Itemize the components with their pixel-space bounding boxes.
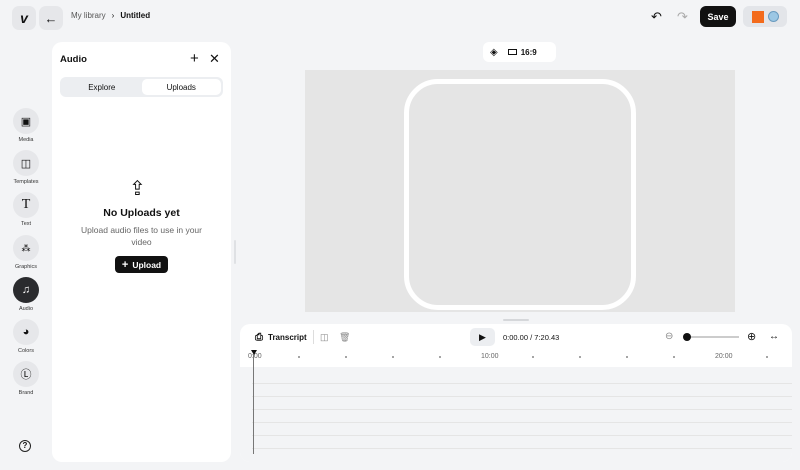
- empty-text: Upload audio files to use in your video: [81, 225, 202, 247]
- sidebar-item-brand[interactable]: Ⓛ Brand: [12, 361, 40, 396]
- panel-tabs: Explore Uploads: [60, 77, 223, 97]
- track-area[interactable]: [240, 367, 792, 462]
- time-display: 0:00.00 / 7:20.43: [503, 333, 560, 342]
- track-divider: [252, 396, 792, 397]
- text-icon: T: [13, 192, 39, 218]
- audio-panel: Audio + ✕ Explore Uploads ⇪ No Uploads y…: [52, 42, 231, 462]
- tab-uploads[interactable]: Uploads: [141, 79, 221, 95]
- fit-icon[interactable]: ↔: [769, 331, 779, 342]
- time-tick: [345, 356, 347, 358]
- music-icon: ♫: [13, 277, 39, 303]
- arrow-left-icon: ←: [44, 10, 58, 26]
- track-divider: [252, 422, 792, 423]
- sidebar-label: Colors: [18, 348, 34, 354]
- shapes-icon: ⁂: [13, 235, 39, 261]
- transcript-button[interactable]: ⎙ Transcript: [255, 332, 307, 343]
- time-label: 10:00: [481, 353, 499, 360]
- sidebar-item-media[interactable]: ▣ Media: [12, 108, 40, 143]
- zoom-slider[interactable]: [683, 333, 739, 341]
- redo-icon[interactable]: ↷: [677, 9, 688, 25]
- breadcrumb: My library › Untitled: [71, 11, 150, 20]
- avatar: [767, 11, 779, 22]
- track-divider: [252, 409, 792, 410]
- video-canvas[interactable]: [305, 70, 735, 312]
- time-tick: [392, 356, 394, 358]
- save-button[interactable]: Save: [700, 6, 736, 27]
- breadcrumb-my-library[interactable]: My library: [71, 11, 106, 20]
- timeline: ⎙ Transcript ◫ 🗑 ▶ 0:00.00 / 7:20.43 ⊖ ⊕ …: [240, 324, 792, 462]
- help-icon[interactable]: ?: [19, 440, 31, 452]
- sidebar-item-colors[interactable]: ◕ Colors: [12, 319, 40, 354]
- time-tick: [579, 356, 581, 358]
- aspect-label: 16:9: [520, 47, 537, 57]
- trash-icon[interactable]: 🗑: [339, 332, 350, 343]
- breadcrumb-current: Untitled: [120, 11, 151, 20]
- back-button[interactable]: ←: [39, 6, 63, 30]
- sidebar-item-audio[interactable]: ♫ Audio: [12, 277, 40, 312]
- sidebar-label: Media: [18, 137, 34, 143]
- canvas-toolbar: ◈ 16:9: [483, 42, 556, 62]
- panel-title: Audio: [60, 54, 87, 65]
- time-tick: [532, 356, 534, 358]
- workspace-logo: [751, 10, 764, 23]
- account-menu[interactable]: [743, 6, 787, 27]
- track-divider: [252, 448, 792, 449]
- time-tick: [673, 356, 675, 358]
- transcript-label: Transcript: [268, 333, 307, 342]
- sidebar-item-graphics[interactable]: ⁂ Graphics: [12, 235, 40, 270]
- zoom-out-icon[interactable]: ⊖: [665, 331, 673, 342]
- zoom-in-icon[interactable]: ⊕: [747, 330, 756, 343]
- track-divider: [252, 435, 792, 436]
- track-divider: [252, 383, 792, 384]
- vimeo-logo[interactable]: v: [12, 6, 36, 30]
- play-icon: ▶: [479, 331, 486, 342]
- sidebar-label: Graphics: [14, 264, 37, 270]
- transcript-icon: ⎙: [255, 332, 263, 343]
- time-tick: [626, 356, 628, 358]
- close-icon[interactable]: ✕: [209, 51, 220, 67]
- plus-icon: +: [121, 258, 129, 271]
- split-icon[interactable]: ◫: [320, 332, 329, 343]
- aspect-ratio-button[interactable]: 16:9: [507, 47, 537, 57]
- sidebar-label: Text: [20, 221, 32, 227]
- sidebar-label: Audio: [18, 306, 34, 312]
- fill-icon[interactable]: ◈: [490, 47, 498, 58]
- panel-resize-handle[interactable]: [234, 240, 236, 264]
- sidebar-label: Templates: [13, 179, 39, 185]
- play-button[interactable]: ▶: [470, 328, 495, 346]
- ratio-icon: [507, 49, 517, 55]
- image-icon: ▣: [13, 108, 39, 134]
- sidebar-item-templates[interactable]: ◫ Templates: [12, 150, 40, 185]
- time-tick: [766, 356, 768, 358]
- add-icon[interactable]: +: [190, 50, 199, 67]
- playhead[interactable]: [253, 354, 254, 454]
- upload-button[interactable]: + Upload: [115, 256, 168, 273]
- time-label: 20:00: [715, 353, 733, 360]
- time-tick: [298, 356, 300, 358]
- sidebar-item-text[interactable]: T Text: [12, 192, 40, 227]
- divider: [313, 330, 314, 344]
- cloud-upload-icon: ⇪: [129, 178, 146, 200]
- timeline-resize-handle[interactable]: [503, 319, 529, 321]
- playhead-handle[interactable]: [251, 350, 257, 355]
- chevron-right-icon: ›: [111, 11, 115, 20]
- tab-explore[interactable]: Explore: [62, 79, 142, 95]
- brand-icon: Ⓛ: [13, 361, 39, 387]
- undo-icon[interactable]: ↶: [651, 9, 662, 25]
- layout-icon: ◫: [13, 150, 39, 176]
- empty-title: No Uploads yet: [103, 207, 180, 219]
- palette-icon: ◕: [13, 319, 39, 345]
- time-tick: [439, 356, 441, 358]
- zoom-slider-thumb[interactable]: [683, 333, 691, 341]
- placeholder-frame: [404, 79, 636, 310]
- sidebar-label: Brand: [18, 390, 34, 396]
- upload-label: Upload: [132, 259, 162, 270]
